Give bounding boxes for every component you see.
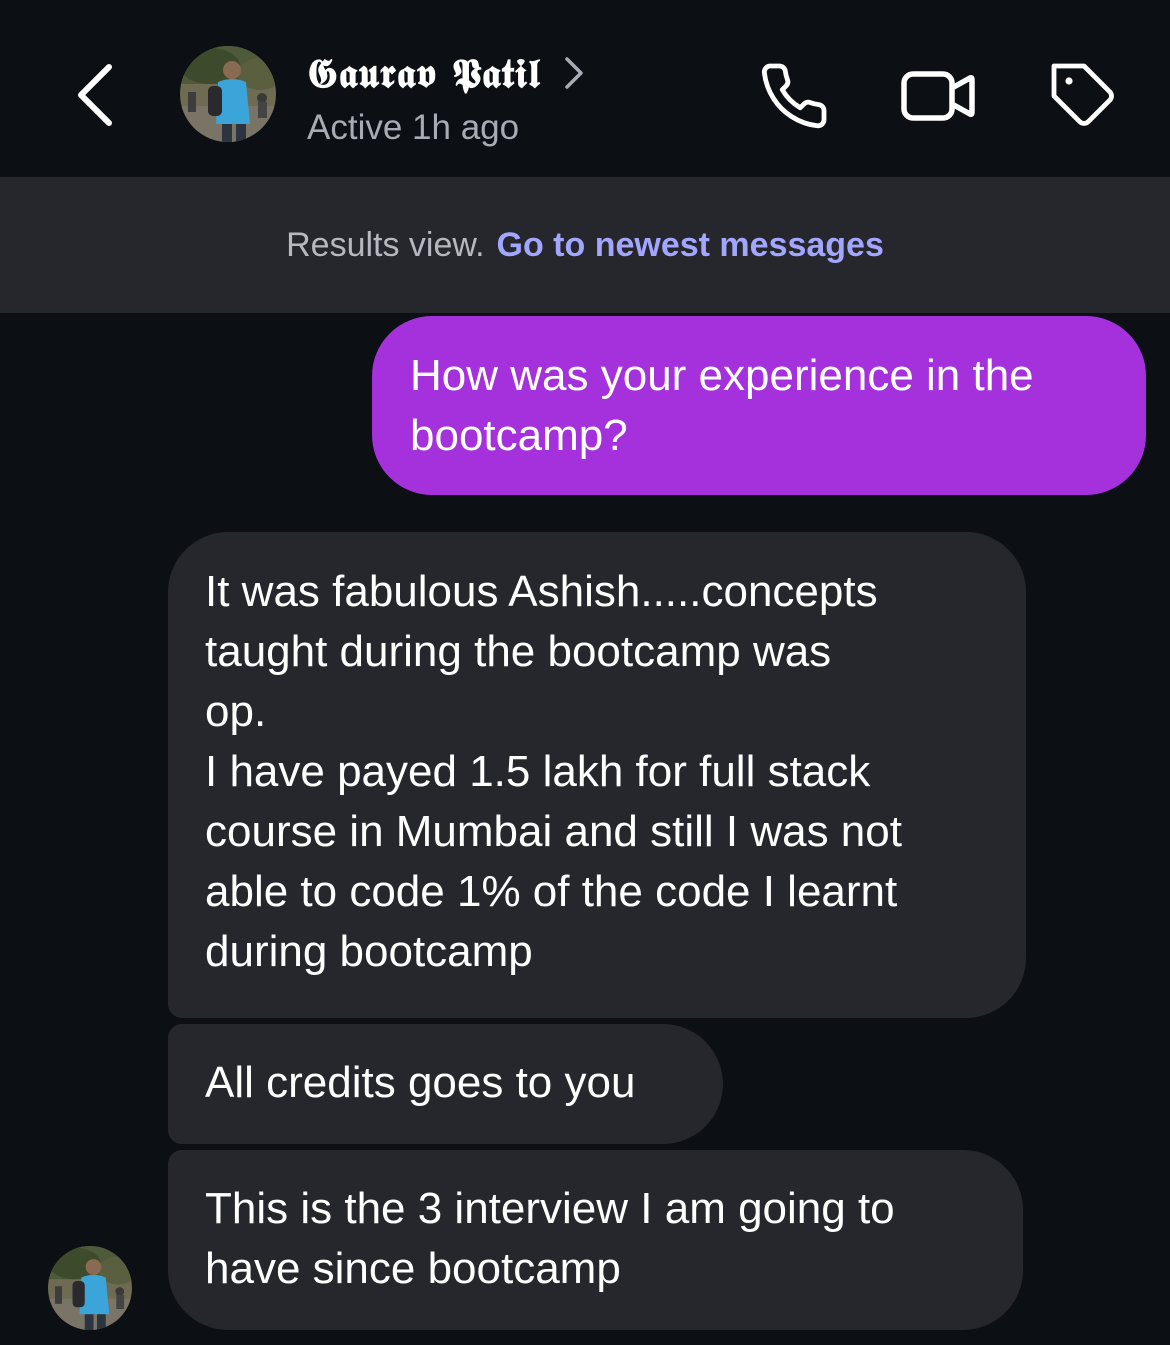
- message-line: bootcamp?: [410, 411, 628, 460]
- message-line: have since bootcamp: [205, 1244, 621, 1293]
- message-line: I have payed 1.5 lakh for full stack: [205, 747, 871, 796]
- message-line: How was your experience in the: [410, 351, 1034, 400]
- message-line: taught during the bootcamp was: [205, 627, 832, 676]
- tag-icon: [1051, 63, 1114, 126]
- message-line: All credits goes to you: [205, 1058, 636, 1107]
- audio-call-button[interactable]: [756, 58, 832, 134]
- message-line: able to code 1% of the code I learnt: [205, 867, 898, 916]
- phone-icon: [761, 63, 827, 129]
- message-line: It was fabulous Ashish.....concepts: [205, 567, 878, 616]
- results-view-banner: Results view. Go to newest messages: [0, 177, 1170, 313]
- profile-photo: [48, 1246, 132, 1330]
- message-line: course in Mumbai and still I was not: [205, 807, 902, 856]
- chat-header: 𝕲𝖆𝖚𝖗𝖆𝖛 𝕻𝖆𝖙𝖎𝖑 Active 1h ago: [0, 0, 1170, 177]
- profile-photo: [180, 46, 276, 142]
- contact-status: Active 1h ago: [307, 108, 520, 147]
- go-to-newest-link[interactable]: Go to newest messages: [497, 226, 884, 265]
- message-line: during bootcamp: [205, 927, 533, 976]
- back-button[interactable]: [70, 60, 120, 130]
- incoming-message[interactable]: All credits goes to you: [168, 1024, 723, 1144]
- message-line: op.: [205, 687, 267, 736]
- sender-avatar[interactable]: [48, 1246, 132, 1330]
- message-line: This is the 3 interview I am going to: [205, 1184, 895, 1233]
- incoming-message[interactable]: This is the 3 interview I am going to ha…: [168, 1150, 1023, 1330]
- contact-avatar[interactable]: [180, 46, 276, 142]
- tag-button[interactable]: [1046, 58, 1122, 134]
- contact-info[interactable]: 𝕲𝖆𝖚𝖗𝖆𝖛 𝕻𝖆𝖙𝖎𝖑 Active 1h ago: [307, 40, 585, 148]
- results-view-label: Results view.: [286, 225, 485, 264]
- video-camera-icon: [901, 71, 975, 121]
- chevron-right-icon: [564, 57, 583, 89]
- outgoing-message[interactable]: How was your experience in the bootcamp?: [372, 316, 1146, 495]
- chevron-left-icon: [78, 64, 112, 126]
- contact-name: 𝕲𝖆𝖚𝖗𝖆𝖛 𝕻𝖆𝖙𝖎𝖑: [307, 49, 541, 97]
- incoming-message[interactable]: It was fabulous Ashish.....concepts taug…: [168, 532, 1026, 1018]
- video-call-button[interactable]: [900, 58, 976, 134]
